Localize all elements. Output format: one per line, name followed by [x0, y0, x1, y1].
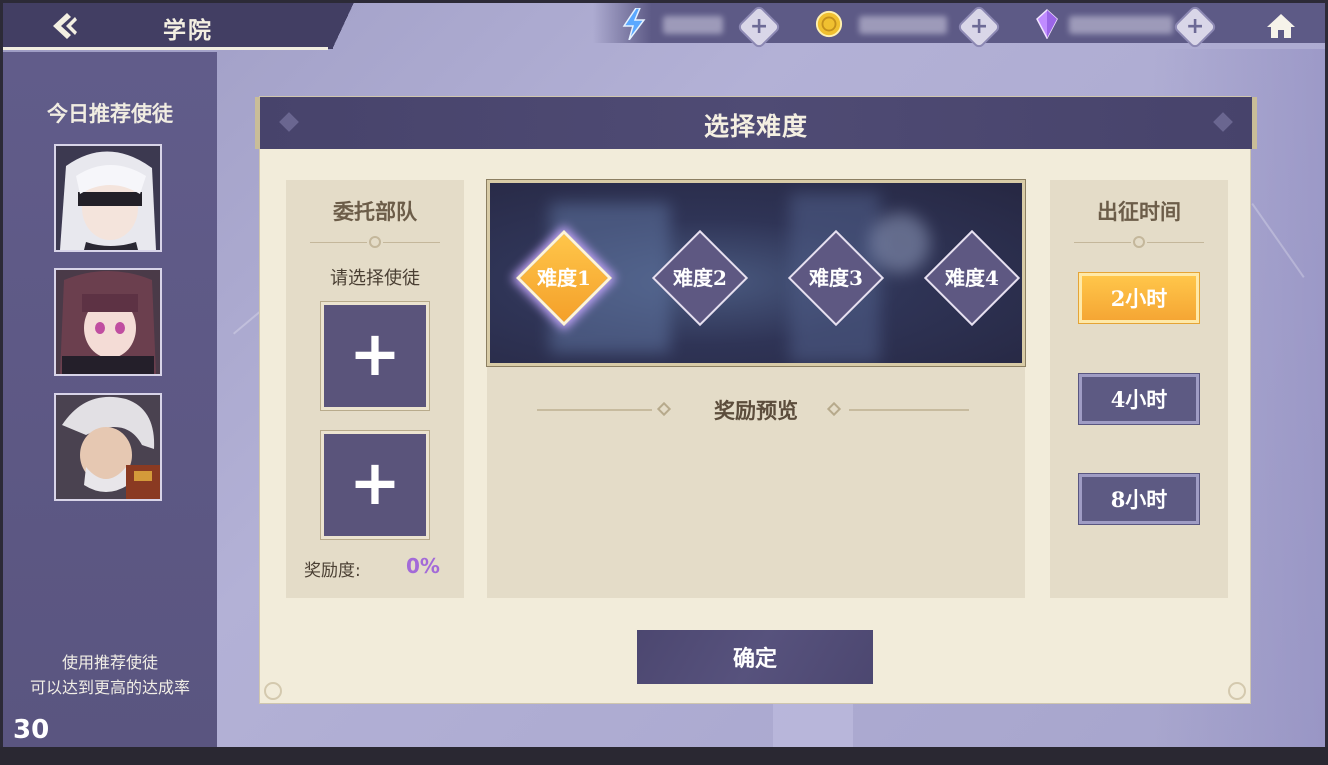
game-screen: 学院 + + + 今日推荐使徒 使用推荐使徒 可以达到更高的达成率 30 选择难…	[3, 3, 1325, 747]
difficulty-2-button[interactable]: 难度2	[650, 228, 750, 328]
energy-amount	[663, 16, 723, 34]
plus-icon: +	[349, 446, 401, 519]
difficulty-dialog: 选择难度 委托部队 请选择使徒 + + 奖励度: 0% 难度1 难度2 难度3 …	[255, 96, 1257, 704]
team-column: 委托部队 请选择使徒 + + 奖励度: 0%	[286, 180, 464, 598]
back-button[interactable]	[47, 10, 81, 42]
title-bar-accent	[3, 47, 328, 50]
confirm-button[interactable]: 确定	[637, 630, 873, 684]
crystal-icon	[1033, 9, 1061, 39]
sidebar-title: 今日推荐使徒	[47, 101, 173, 126]
bottom-edge	[0, 747, 1328, 765]
time-4h-button[interactable]: 4小时	[1078, 373, 1200, 425]
difficulty-1-button[interactable]: 难度1	[514, 228, 614, 328]
team-title: 委托部队	[333, 199, 417, 224]
difficulty-label: 难度3	[809, 266, 863, 290]
recommended-portrait-1[interactable]	[54, 144, 162, 252]
team-slot-2[interactable]: +	[320, 430, 430, 540]
home-icon	[1267, 14, 1295, 38]
team-subtitle: 请选择使徒	[330, 268, 420, 289]
sidebar-counter: 30	[13, 715, 50, 745]
reward-degree-value: 0%	[406, 554, 440, 578]
top-bar: 学院 + + +	[3, 3, 1325, 50]
back-arrow-icon	[53, 13, 77, 39]
difficulty-label: 难度1	[537, 266, 591, 290]
plus-icon: +	[749, 14, 769, 39]
gold-coin-icon	[815, 9, 843, 39]
sidebar-tip-line: 可以达到更高的达成率	[29, 678, 190, 697]
recommended-portrait-3[interactable]	[54, 393, 162, 501]
sidebar-tip-line: 使用推荐使徒	[61, 653, 158, 672]
recommended-sidebar: 今日推荐使徒 使用推荐使徒 可以达到更高的达成率 30	[3, 52, 217, 747]
divider-ornament	[310, 236, 440, 248]
portrait-silver-hair-warrior	[56, 395, 160, 499]
difficulty-label: 难度2	[673, 266, 727, 290]
time-column: 出征时间 2小时 4小时 8小时	[1050, 180, 1228, 598]
plus-icon: +	[1185, 14, 1205, 39]
difficulty-label: 难度4	[945, 266, 999, 290]
sidebar-tip: 使用推荐使徒 可以达到更高的达成率	[3, 650, 217, 700]
crystal-amount	[1069, 16, 1173, 34]
corner-ornament	[264, 682, 282, 700]
home-button[interactable]	[1265, 11, 1297, 41]
time-2h-button[interactable]: 2小时	[1078, 272, 1200, 324]
bg-decoration	[773, 703, 853, 747]
corner-ornament	[1228, 682, 1246, 700]
page-title: 学院	[163, 17, 213, 44]
time-title: 出征时间	[1097, 199, 1181, 224]
plus-icon: +	[349, 317, 401, 390]
difficulty-banner: 难度1 难度2 难度3 难度4	[486, 179, 1026, 367]
divider-ornament	[1074, 236, 1204, 248]
recommended-portrait-2[interactable]	[54, 268, 162, 376]
team-slot-1[interactable]: +	[320, 301, 430, 411]
portrait-dark-hair-girl	[56, 270, 160, 374]
portrait-white-hair-blindfold	[56, 146, 160, 250]
difficulty-3-button[interactable]: 难度3	[786, 228, 886, 328]
reward-degree-label: 奖励度:	[304, 561, 361, 581]
plus-icon: +	[969, 14, 989, 39]
energy-icon	[620, 8, 648, 40]
time-8h-button[interactable]: 8小时	[1078, 473, 1200, 525]
dialog-title: 选择难度	[703, 112, 808, 141]
difficulty-4-button[interactable]: 难度4	[922, 228, 1022, 328]
title-bar-edge	[303, 3, 383, 49]
gold-amount	[859, 16, 947, 34]
dialog-header: 选择难度	[255, 97, 1257, 149]
